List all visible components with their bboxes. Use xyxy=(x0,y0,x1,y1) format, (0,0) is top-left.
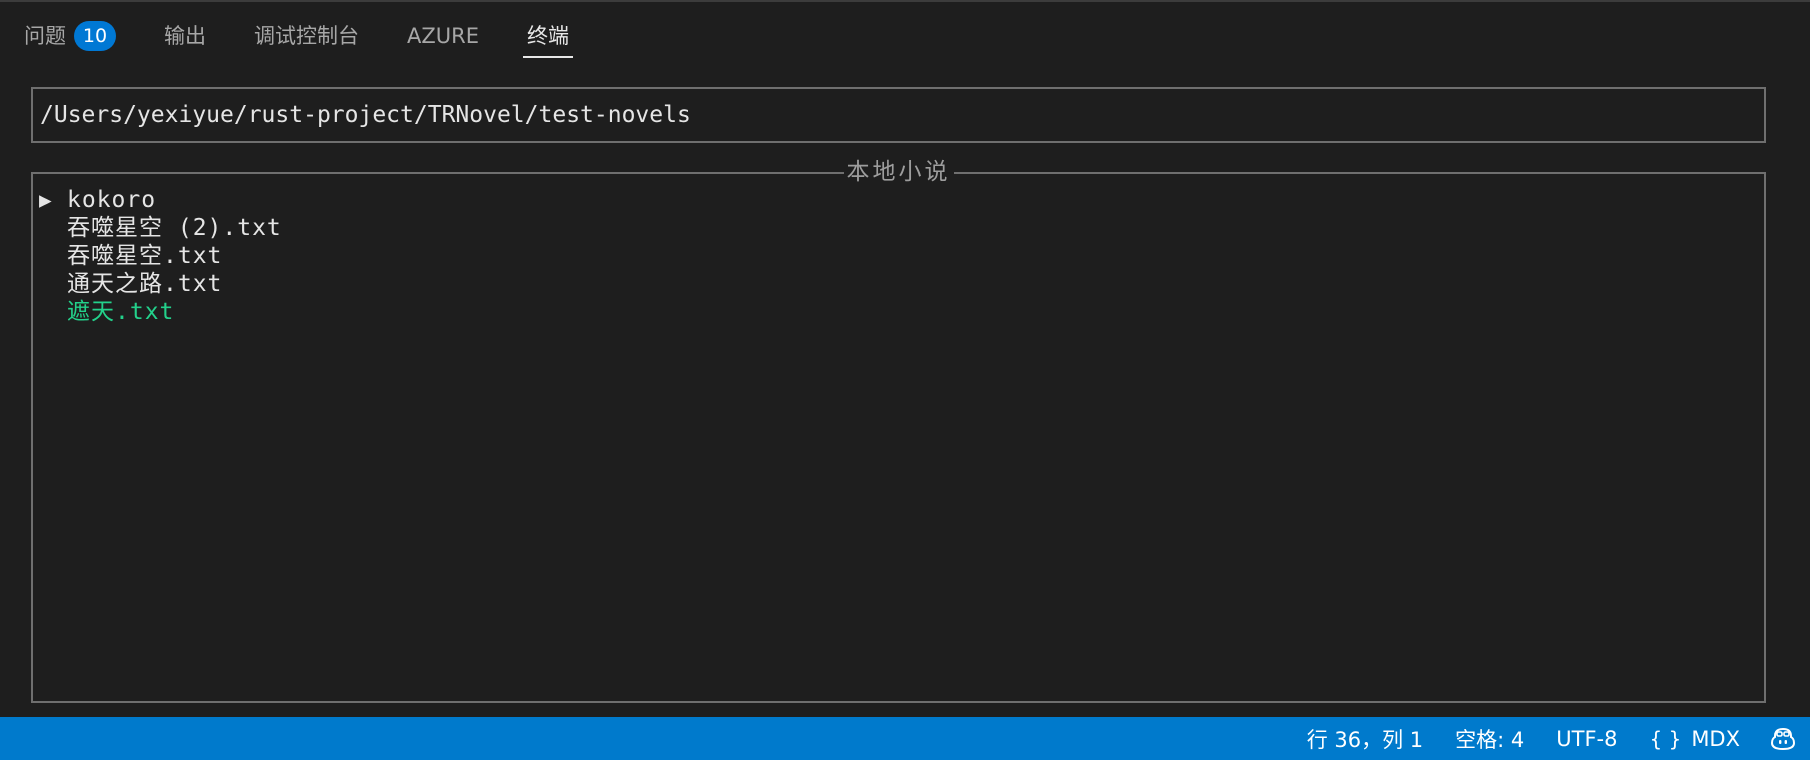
tab-terminal-label: 终端 xyxy=(526,24,569,48)
tab-azure-label: AZURE xyxy=(407,24,479,48)
tab-problems[interactable]: 问题 10 xyxy=(24,18,116,58)
list-item[interactable]: 通天之路.txt xyxy=(39,270,282,298)
tab-output-label: 输出 xyxy=(164,24,206,48)
file-encoding[interactable]: UTF-8 xyxy=(1556,727,1617,751)
tab-debug-console[interactable]: 调试控制台 xyxy=(254,18,359,58)
tab-terminal[interactable]: 终端 xyxy=(522,18,573,58)
panel-top-border xyxy=(0,0,1810,2)
tab-azure[interactable]: AZURE xyxy=(407,18,479,58)
list-item-label: 吞噬星空 (2).txt xyxy=(67,215,282,241)
language-mode-label: MDX xyxy=(1691,726,1740,751)
cursor-position[interactable]: 行 36，列 1 xyxy=(1307,724,1423,754)
panel-tabs: 问题 10 输出 调试控制台 AZURE 终端 xyxy=(24,18,617,58)
local-novels-panel[interactable]: 本地小说 ▶ kokoro 吞噬星空 (2).txt 吞噬星空.txt 通天之路… xyxy=(31,157,1766,703)
list-item-folder-kokoro[interactable]: ▶ kokoro xyxy=(39,186,282,214)
braces-icon: { } xyxy=(1649,726,1682,751)
list-item-label: kokoro xyxy=(67,187,157,213)
list-item-label: 遮天.txt xyxy=(67,299,175,325)
indentation-setting[interactable]: 空格: 4 xyxy=(1455,724,1524,754)
list-item-label: 吞噬星空.txt xyxy=(67,243,223,269)
copilot-icon-svg xyxy=(1770,727,1796,750)
problems-count-badge: 10 xyxy=(74,21,116,51)
language-mode[interactable]: { } MDX xyxy=(1650,727,1741,751)
status-bar: 行 36，列 1 空格: 4 UTF-8 { } MDX xyxy=(0,717,1810,760)
play-triangle-icon: ▶ xyxy=(39,188,52,212)
current-path: /Users/yexiyue/rust-project/TRNovel/test… xyxy=(40,102,691,128)
list-item[interactable]: 吞噬星空 (2).txt xyxy=(39,214,282,242)
local-novels-title: 本地小说 xyxy=(843,157,954,187)
list-item-selected[interactable]: 遮天.txt xyxy=(39,298,282,326)
novel-list: ▶ kokoro 吞噬星空 (2).txt 吞噬星空.txt 通天之路.txt … xyxy=(39,186,282,326)
tab-problems-label: 问题 xyxy=(24,24,66,48)
terminal-view[interactable]: /Users/yexiyue/rust-project/TRNovel/test… xyxy=(0,70,1810,716)
copilot-icon[interactable] xyxy=(1770,727,1796,751)
list-item[interactable]: 吞噬星空.txt xyxy=(39,242,282,270)
path-input-box[interactable]: /Users/yexiyue/rust-project/TRNovel/test… xyxy=(31,87,1766,143)
tab-debug-console-label: 调试控制台 xyxy=(254,24,359,48)
tab-output[interactable]: 输出 xyxy=(164,18,206,58)
list-item-label: 通天之路.txt xyxy=(67,271,223,297)
